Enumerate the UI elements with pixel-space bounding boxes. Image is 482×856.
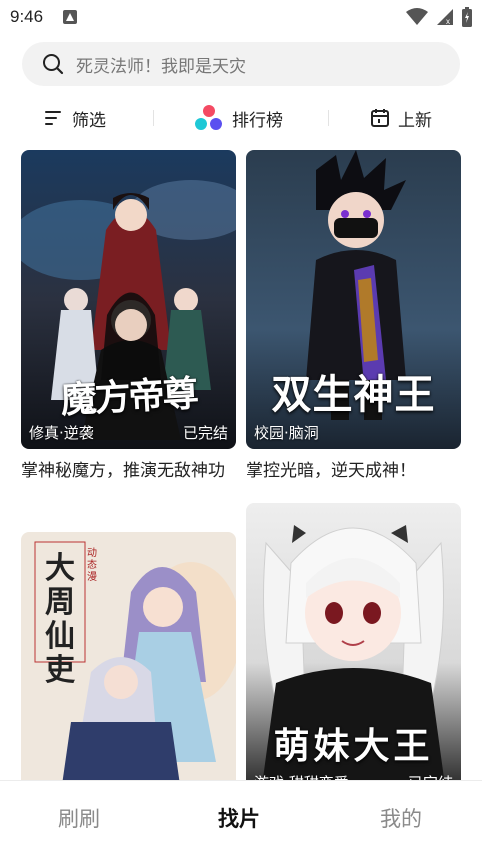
cover-image[interactable]: 双生神王 校园·脑洞	[246, 150, 461, 449]
ranking-dots-icon	[195, 105, 222, 130]
nav-tab-feed[interactable]: 刷刷	[58, 803, 100, 833]
status-indicators: x	[406, 7, 472, 27]
comic-card[interactable]: 魔方帝尊 修真·逆袭 已完结 掌神秘魔方，推演无敌神功	[21, 150, 236, 520]
genre-tags: 校园·脑洞	[254, 424, 319, 442]
genre-tags: 修真·逆袭	[29, 424, 94, 442]
filter-lines-icon	[45, 111, 61, 125]
comic-card[interactable]: 大周仙吏 动态漫	[21, 532, 236, 792]
completion-status: 已完结	[182, 424, 228, 442]
status-time: 9:46	[10, 7, 44, 26]
card-description[interactable]: 掌控光暗，逆天成神！	[246, 456, 461, 486]
filter-button[interactable]: 筛选	[44, 106, 106, 131]
cover-title: 萌妹大王	[273, 725, 434, 767]
comic-card[interactable]: 双生神王 校园·脑洞 掌控光暗，逆天成神！	[246, 150, 461, 490]
bottom-nav: 刷刷 找片 我的	[0, 780, 482, 856]
signal-icon: x	[437, 9, 453, 26]
search-bar[interactable]: 死灵法师！我即是天灾	[22, 42, 460, 86]
new-label: 上新	[398, 110, 432, 131]
filter-row: 筛选 排行榜 上新	[0, 96, 482, 140]
cover-image[interactable]: 魔方帝尊 修真·逆袭 已完结	[21, 150, 236, 449]
filter-label: 筛选	[72, 110, 106, 131]
app-notification-icon	[63, 10, 78, 24]
search-input[interactable]: 死灵法师！我即是天灾	[76, 52, 246, 77]
cover-image[interactable]: 大周仙吏 动态漫	[21, 532, 236, 792]
cover-badge: 动态漫	[87, 548, 97, 583]
card-description[interactable]: 掌神秘魔方，推演无敌神功	[21, 456, 236, 486]
divider	[328, 110, 329, 126]
calendar-icon	[371, 109, 389, 127]
nav-tab-discover[interactable]: 找片	[218, 803, 260, 833]
ranking-label: 排行榜	[232, 110, 283, 131]
battery-icon	[462, 7, 472, 27]
comic-card[interactable]: 萌妹大王 游戏·甜甜恋爱 已完结	[246, 503, 461, 793]
wifi-icon	[406, 8, 428, 25]
cover-title: 大周仙吏	[45, 551, 75, 688]
divider	[153, 110, 154, 126]
nav-tab-profile[interactable]: 我的	[380, 803, 422, 833]
cover-image[interactable]: 萌妹大王 游戏·甜甜恋爱 已完结	[246, 503, 461, 793]
search-icon	[43, 54, 64, 75]
svg-text:x: x	[446, 17, 450, 26]
screen: 9:46 x 死灵法师！我即是天灾 筛选 排行榜 上新 魔方帝尊 修真·逆袭 已…	[0, 0, 482, 856]
status-bar: 9:46 x	[0, 0, 482, 34]
new-releases-button[interactable]: 上新	[370, 106, 432, 131]
ranking-button[interactable]: 排行榜	[194, 104, 283, 132]
cover-title: 双生神王	[271, 371, 436, 418]
